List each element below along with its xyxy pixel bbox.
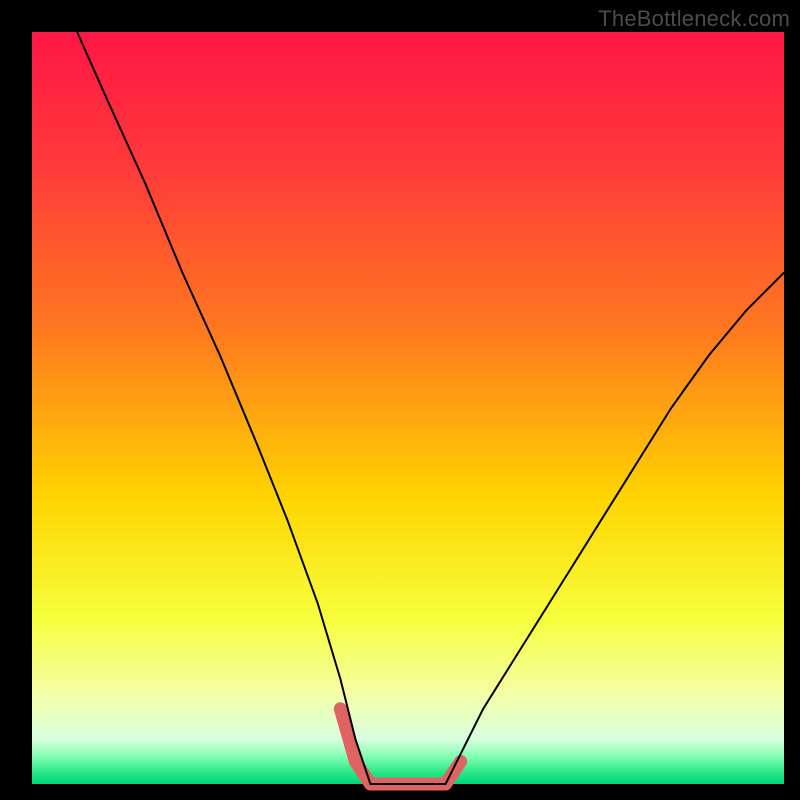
chart-frame: TheBottleneck.com bbox=[0, 0, 800, 800]
bottleneck-chart bbox=[0, 0, 800, 800]
watermark-label: TheBottleneck.com bbox=[598, 6, 790, 32]
